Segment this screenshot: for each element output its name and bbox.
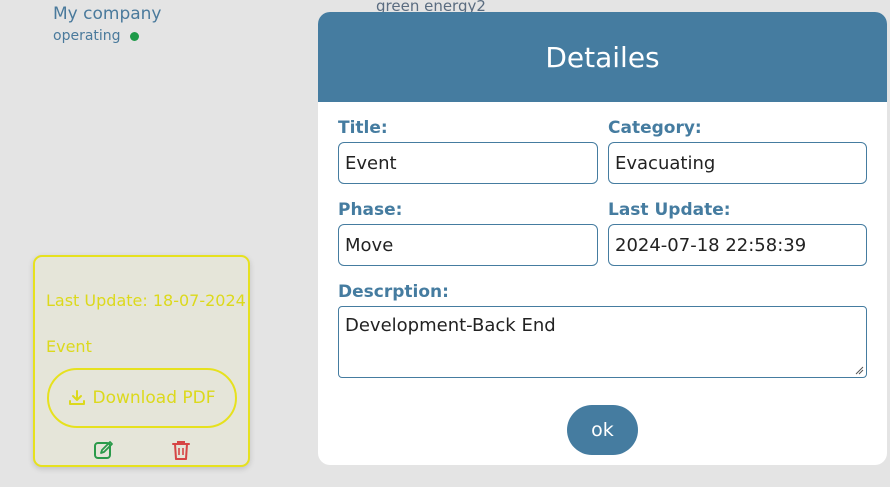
last-update-label: Last Update:	[608, 200, 731, 220]
modal-header: Detailes	[318, 12, 887, 102]
resize-grip-icon[interactable]	[855, 366, 864, 375]
title-label: Title:	[338, 118, 388, 138]
partially-hidden-text: green energy2	[376, 0, 486, 12]
status-text: operating	[53, 28, 121, 44]
description-label: Descrption:	[338, 282, 449, 302]
card-last-update: Last Update: 18-07-2024	[46, 291, 246, 310]
ok-button[interactable]: ok	[567, 405, 638, 455]
title-field[interactable]: Event	[338, 142, 598, 184]
event-card: Last Update: 18-07-2024 Event Download P…	[33, 255, 250, 467]
description-text: Development-Back End	[345, 315, 556, 336]
modal-title: Detailes	[545, 40, 660, 74]
download-pdf-button[interactable]: Download PDF	[47, 368, 237, 428]
details-modal: Detailes Title: Event Category: Evacuati…	[318, 12, 887, 465]
card-title: Event	[46, 337, 92, 356]
edit-icon[interactable]	[93, 439, 115, 461]
trash-icon[interactable]	[171, 439, 191, 461]
download-pdf-label: Download PDF	[92, 388, 216, 408]
phase-field[interactable]: Move	[338, 224, 598, 266]
category-label: Category:	[608, 118, 702, 138]
phase-label: Phase:	[338, 200, 403, 220]
company-name[interactable]: My company	[53, 4, 161, 24]
status-dot-icon	[129, 31, 139, 41]
download-icon	[69, 390, 86, 405]
last-update-field[interactable]: 2024-07-18 22:58:39	[608, 224, 867, 266]
description-textarea[interactable]: Development-Back End	[338, 306, 867, 378]
category-field[interactable]: Evacuating	[608, 142, 867, 184]
company-status: operating	[53, 28, 139, 44]
